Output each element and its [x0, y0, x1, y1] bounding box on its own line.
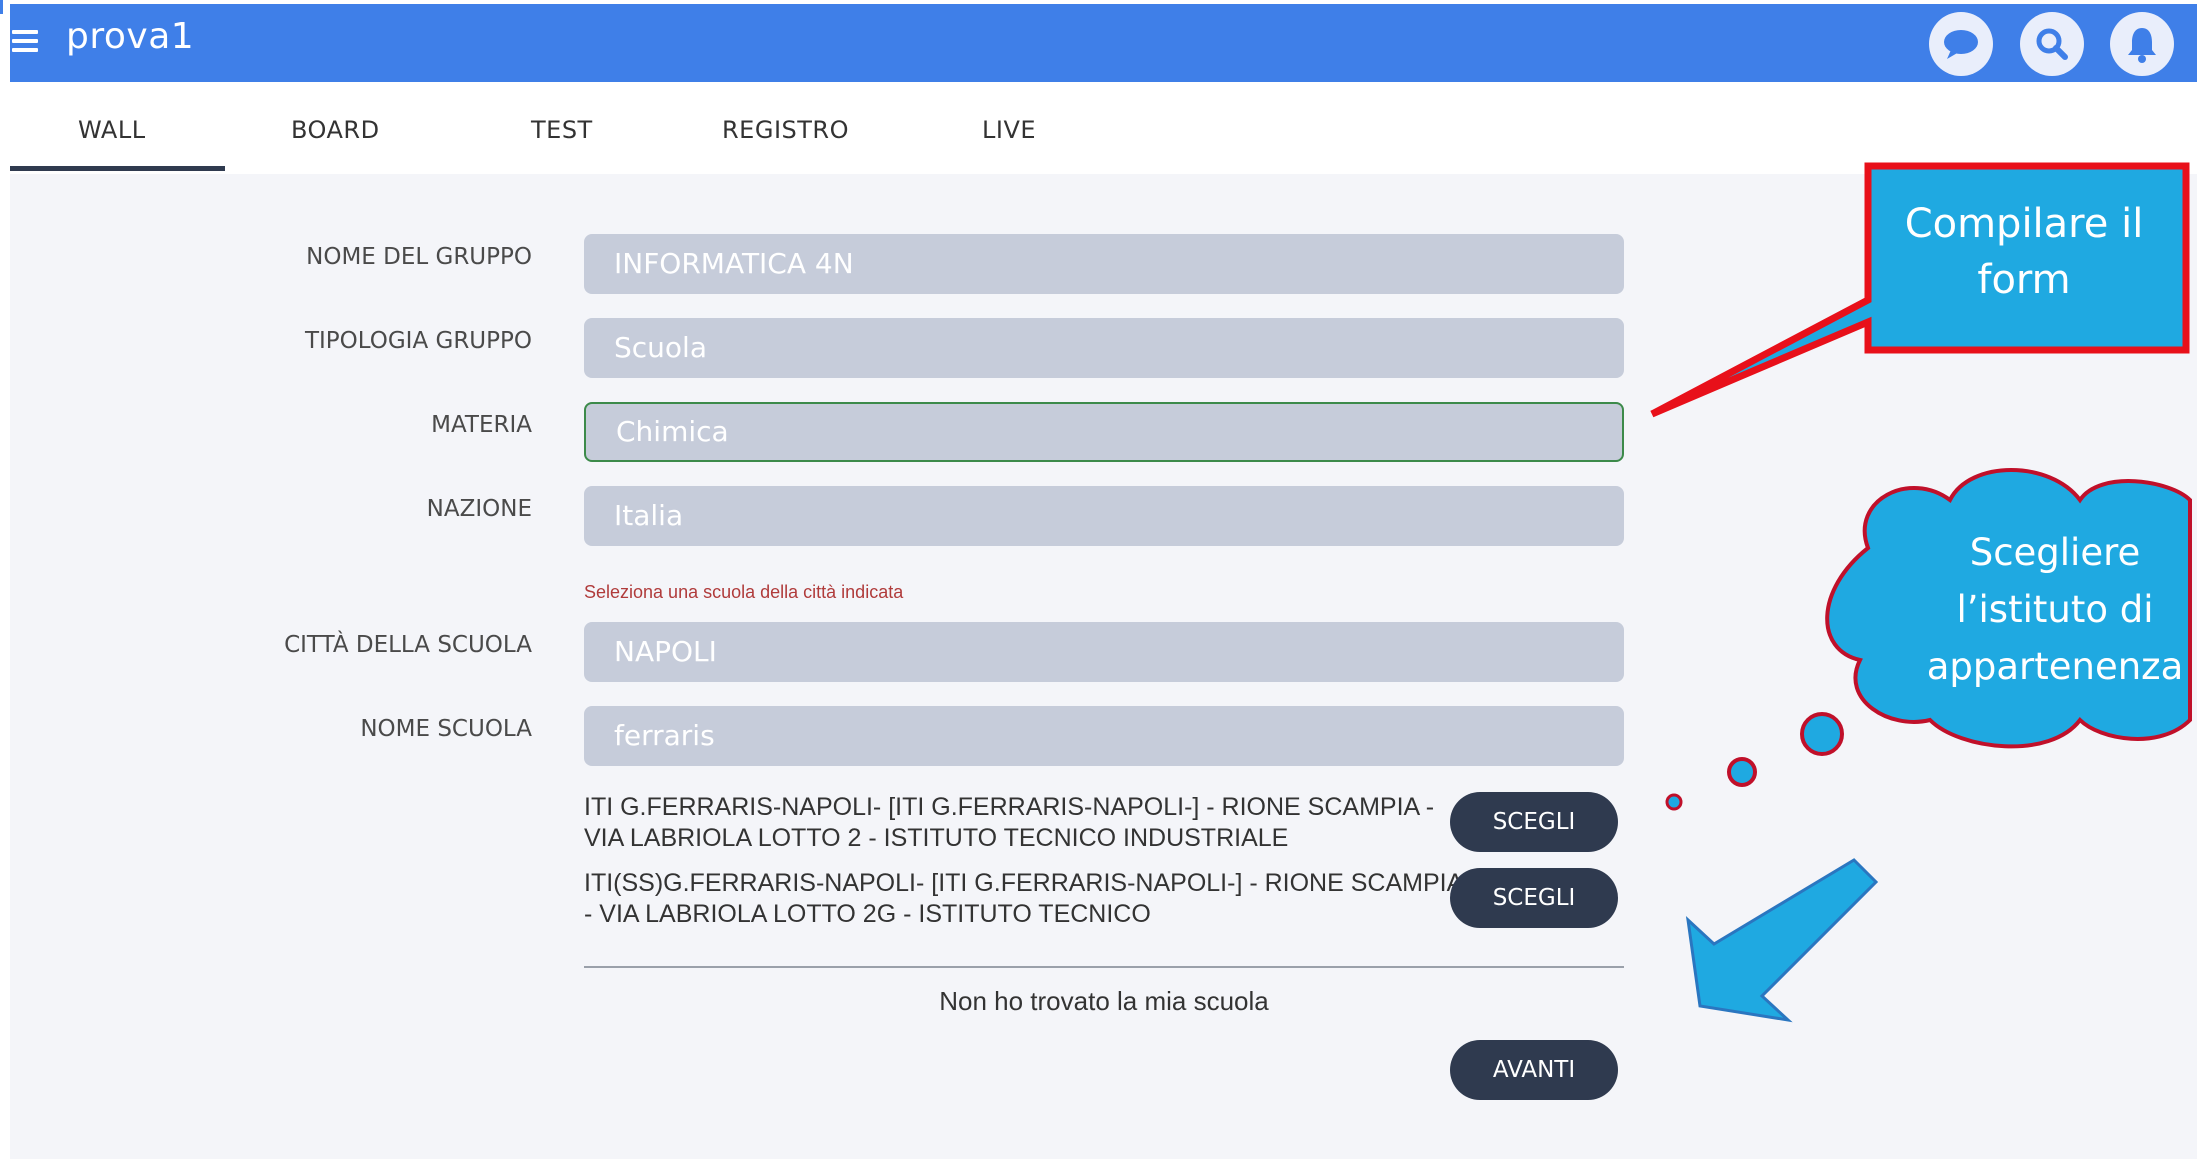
school-result-2: ITI(SS)G.FERRARIS-NAPOLI- [ITI G.FERRARI… [584, 869, 1462, 928]
city-input[interactable]: NAPOLI [584, 622, 1624, 682]
school-name-label: NOME SCUOLA [360, 716, 532, 742]
school-result-1: ITI G.FERRARIS-NAPOLI- [ITI G.FERRARIS-N… [584, 793, 1435, 852]
top-app-bar: prova1 [10, 4, 2197, 82]
group-type-input[interactable]: Scuola [584, 318, 1624, 378]
group-type-label: TIPOLOGIA GRUPPO [304, 328, 532, 354]
tab-wall[interactable]: WALL [78, 116, 146, 144]
search-icon[interactable] [2020, 12, 2084, 76]
app-title: prova1 [66, 16, 195, 57]
active-tab-indicator [10, 166, 225, 171]
school-name-input[interactable]: ferraris [584, 706, 1624, 766]
cloud-text: Scegliere l’istituto di appartenenza [1926, 531, 2184, 688]
subject-input[interactable]: Chimica [584, 402, 1624, 462]
callout-text: Compilare il form [1904, 201, 2144, 303]
tab-bar: WALL BOARD TEST REGISTRO LIVE [10, 82, 2197, 174]
country-input[interactable]: Italia [584, 486, 1624, 546]
choose-school-1-button[interactable]: SCEGLI [1450, 792, 1618, 852]
choose-school-2-button[interactable]: SCEGLI [1450, 868, 1618, 928]
subject-label: MATERIA [431, 412, 532, 438]
hamburger-menu-icon[interactable] [10, 26, 40, 56]
tab-live[interactable]: LIVE [982, 116, 1036, 144]
group-name-input[interactable]: INFORMATICA 4N [584, 234, 1624, 294]
city-label: CITTÀ DELLA SCUOLA [284, 632, 532, 658]
group-form: NOME DEL GRUPPO INFORMATICA 4N TIPOLOGIA… [10, 174, 2197, 1159]
group-name-label: NOME DEL GRUPPO [306, 244, 532, 270]
divider [584, 966, 1624, 968]
tab-test[interactable]: TEST [531, 116, 593, 144]
country-label: NAZIONE [426, 496, 532, 522]
tab-registro[interactable]: REGISTRO [722, 116, 849, 144]
bell-icon[interactable] [2110, 12, 2174, 76]
corner-mark [0, 0, 3, 14]
tab-board[interactable]: BOARD [291, 116, 380, 144]
school-not-found-link[interactable]: Non ho trovato la mia scuola [584, 986, 1624, 1017]
school-hint: Seleziona una scuola della città indicat… [584, 582, 904, 602]
chat-icon[interactable] [1929, 12, 1993, 76]
next-button[interactable]: AVANTI [1450, 1040, 1618, 1100]
